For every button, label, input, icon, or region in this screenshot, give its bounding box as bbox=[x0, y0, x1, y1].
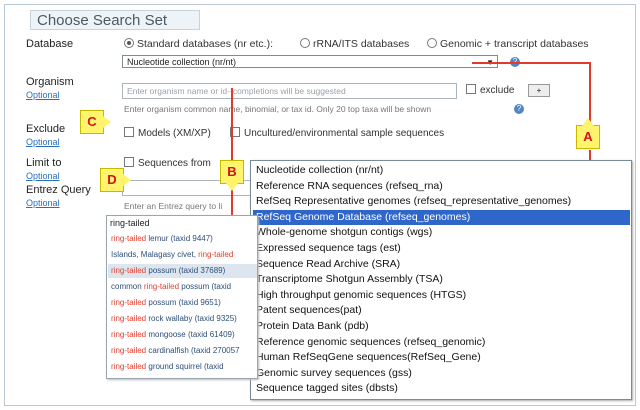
checkbox-icon bbox=[466, 84, 476, 95]
organism-optional-link[interactable]: Optional bbox=[26, 90, 60, 100]
organism-hint: Enter organism common name, binomial, or… bbox=[124, 104, 432, 114]
dropdown-option[interactable]: Whole-genome shotgun contigs (wgs) bbox=[253, 225, 630, 240]
checkbox-icon bbox=[124, 127, 134, 138]
autocomplete-option[interactable]: ring-tailed mongoose (taxid 61409) bbox=[108, 328, 257, 342]
database-label: Database bbox=[26, 38, 74, 50]
exclude-models-checkbox[interactable]: Models (XM/XP) bbox=[124, 127, 211, 139]
help-icon[interactable]: ? bbox=[514, 104, 524, 114]
add-organism-button[interactable]: + bbox=[528, 84, 550, 97]
autocomplete-option[interactable]: ring-tailed rock wallaby (taxid 9325) bbox=[108, 312, 257, 326]
limit-sequences-from-checkbox[interactable]: Sequences from bbox=[124, 157, 211, 169]
dropdown-option[interactable]: Reference RNA sequences (refseq_rna) bbox=[253, 179, 630, 194]
entrez-optional-link[interactable]: Optional bbox=[26, 198, 60, 208]
autocomplete-option[interactable]: common ring-tailed possum (taxid bbox=[108, 280, 257, 294]
exclude-label: Exclude bbox=[26, 123, 66, 135]
exclude-uncultured-checkbox[interactable]: Uncultured/environmental sample sequence… bbox=[230, 127, 444, 139]
connector-line bbox=[231, 88, 233, 162]
entrez-hint: Enter an Entrez query to li bbox=[124, 201, 223, 211]
callout-c: C bbox=[80, 110, 111, 134]
autocomplete-option[interactable]: ring-tailed cardinalfish (taxid 270057 bbox=[108, 344, 257, 358]
autocomplete-option[interactable]: ring-tailed possum (taxid 37689) bbox=[108, 264, 257, 278]
autocomplete-option[interactable]: ring-tailed ground squirrel (taxid bbox=[108, 360, 257, 374]
dropdown-option[interactable]: Patent sequences(pat) bbox=[253, 303, 630, 318]
callout-d: D bbox=[100, 168, 131, 192]
dropdown-option[interactable]: Genomic survey sequences (gss) bbox=[253, 366, 630, 381]
dropdown-option[interactable]: Protein Data Bank (pdb) bbox=[253, 319, 630, 334]
entrez-query-label: Entrez Query bbox=[26, 184, 91, 196]
organism-autocomplete-list: ring-tailed ring-tailed lemur (taxid 944… bbox=[106, 215, 258, 379]
dropdown-option[interactable]: Expressed sequence tags (est) bbox=[253, 241, 630, 256]
autocomplete-query: ring-tailed bbox=[110, 218, 150, 228]
dropdown-option[interactable]: RefSeq Representative genomes (refseq_re… bbox=[253, 194, 630, 209]
organism-input[interactable]: Enter organism name or id--completions w… bbox=[122, 83, 457, 99]
autocomplete-option[interactable]: ring-tailed possum (taxid 9651) bbox=[108, 296, 257, 310]
connector-line bbox=[589, 62, 591, 124]
dropdown-option[interactable]: High throughput genomic sequences (HTGS) bbox=[253, 288, 630, 303]
dropdown-option[interactable]: Human RefSeqGene sequences(RefSeq_Gene) bbox=[253, 350, 630, 365]
radio-rrna-its-databases[interactable]: rRNA/ITS databases bbox=[300, 38, 409, 50]
radio-icon bbox=[124, 38, 134, 49]
autocomplete-option[interactable]: ring-tailed lemur (taxid 9447) bbox=[108, 232, 257, 246]
database-dropdown-list: Nucleotide collection (nr/nt) Reference R… bbox=[250, 160, 632, 400]
section-title: Choose Search Set bbox=[30, 10, 200, 30]
dropdown-option[interactable]: Transcriptome Shotgun Assembly (TSA) bbox=[253, 272, 630, 287]
database-select[interactable]: Nucleotide collection (nr/nt) ▼ bbox=[122, 55, 498, 68]
callout-b: B bbox=[220, 160, 244, 191]
dropdown-option[interactable]: Nucleotide collection (nr/nt) bbox=[253, 163, 630, 178]
dropdown-option[interactable]: RefSeq Genome Database (refseq_genomes) bbox=[253, 209, 630, 225]
radio-standard-databases[interactable]: Standard databases (nr etc.): bbox=[124, 38, 273, 50]
checkbox-icon bbox=[124, 157, 134, 168]
dropdown-option[interactable]: Sequence tagged sites (dbsts) bbox=[253, 381, 630, 396]
autocomplete-option[interactable]: Islands, Malagasy civet, ring-tailed bbox=[108, 248, 257, 262]
connector-line bbox=[472, 62, 590, 64]
organism-exclude-checkbox[interactable]: exclude bbox=[466, 84, 514, 96]
dropdown-option[interactable]: Reference genomic sequences (refseq_geno… bbox=[253, 335, 630, 350]
radio-icon bbox=[427, 38, 437, 49]
radio-icon bbox=[300, 38, 310, 49]
exclude-optional-link[interactable]: Optional bbox=[26, 137, 60, 147]
limit-to-label: Limit to bbox=[26, 157, 62, 169]
callout-a: A bbox=[576, 118, 600, 149]
limit-to-optional-link[interactable]: Optional bbox=[26, 171, 60, 181]
radio-genomic-transcript-databases[interactable]: Genomic + transcript databases bbox=[427, 38, 589, 50]
dropdown-option[interactable]: Sequence Read Archive (SRA) bbox=[253, 257, 630, 272]
organism-label: Organism bbox=[26, 76, 74, 88]
